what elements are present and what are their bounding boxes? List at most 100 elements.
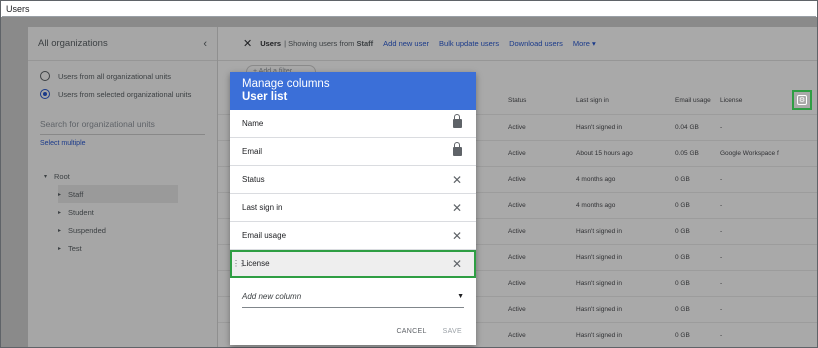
cell-email-usage: 0 GB <box>675 176 690 183</box>
radio-selected-orgs[interactable]: Users from selected organizational units <box>28 85 217 103</box>
column-row-license[interactable]: ⋮⋮ License ✕ <box>230 250 476 278</box>
tree-item-label: Suspended <box>68 225 106 235</box>
tree-item-label: Student <box>68 207 94 217</box>
select-multiple-link[interactable]: Select multiple <box>40 140 205 147</box>
column-row-email[interactable]: Email <box>230 138 476 166</box>
cell-email-usage: 0.05 GB <box>675 150 699 157</box>
add-new-column-select[interactable]: Add new column ▼ <box>242 286 464 308</box>
tree-item-root[interactable]: ▾ Root <box>28 167 217 185</box>
cell-status: Active <box>508 124 526 131</box>
cell-license: - <box>720 332 723 339</box>
subtitle-org: Staff <box>356 39 374 48</box>
caret-right-icon[interactable]: ▸ <box>58 209 68 216</box>
subtitle-prefix: | Showing users from <box>284 39 355 48</box>
caret-down-icon[interactable]: ▾ <box>44 173 54 180</box>
cell-license: - <box>720 202 723 209</box>
cell-license: - <box>720 228 723 235</box>
drag-handle-icon[interactable]: ⋮⋮ <box>232 259 246 268</box>
org-tree: ▾ Root ▸ Staff ▸ Student ▸ Suspended ▸ T… <box>28 167 217 257</box>
cell-status: Active <box>508 306 526 313</box>
dialog-actions: CANCEL SAVE <box>396 328 462 335</box>
cell-license: - <box>720 280 723 287</box>
caret-down-icon[interactable]: ▼ <box>457 293 464 300</box>
sidebar-title: All organizations <box>38 38 108 49</box>
manage-columns-dialog: Manage columns User list Name Email Status… <box>230 72 476 345</box>
column-label: Last sign in <box>242 203 283 212</box>
users-toolbar: ✕ Users | Showing users from Staff Add n… <box>218 27 817 61</box>
org-sidebar: All organizations ‹ Users from all organ… <box>28 27 218 347</box>
chevron-left-icon[interactable]: ‹ <box>203 38 207 50</box>
dialog-title: Manage columns <box>242 78 330 90</box>
col-status[interactable]: Status <box>476 97 576 104</box>
cancel-button[interactable]: CANCEL <box>396 328 426 335</box>
radio-all-orgs[interactable]: Users from all organizational units <box>28 67 217 85</box>
cell-last-sign-in: Hasn't signed in <box>576 254 623 261</box>
lock-icon <box>450 142 464 159</box>
tree-item-staff[interactable]: ▸ Staff <box>58 185 178 203</box>
cell-status: Active <box>508 280 526 287</box>
bulk-update-link[interactable]: Bulk update users <box>439 39 499 48</box>
caret-right-icon[interactable]: ▸ <box>58 227 68 234</box>
radio-all-label: Users from all organizational units <box>58 71 171 81</box>
cell-email-usage: 0 GB <box>675 332 690 339</box>
sidebar-header: All organizations ‹ <box>28 27 217 61</box>
add-new-user-link[interactable]: Add new user <box>383 39 429 48</box>
close-icon[interactable]: ✕ <box>450 173 464 187</box>
cell-email-usage: 0 GB <box>675 228 690 235</box>
window-title: Users <box>2 2 816 17</box>
column-row-name[interactable]: Name <box>230 110 476 138</box>
radio-on-icon[interactable] <box>40 89 50 99</box>
caret-right-icon[interactable]: ▸ <box>58 245 68 252</box>
cell-license: - <box>720 176 723 183</box>
col-email-usage[interactable]: Email usage <box>675 97 720 104</box>
cell-email-usage: 0 GB <box>675 254 690 261</box>
manage-columns-button[interactable]: ⚙ <box>792 90 812 110</box>
column-label: License <box>242 259 270 268</box>
close-icon[interactable]: ✕ <box>450 201 464 215</box>
tree-item-label: Root <box>54 171 70 181</box>
page-subtitle: | Showing users from Staff <box>284 39 373 48</box>
column-row-email-usage[interactable]: Email usage ✕ <box>230 222 476 250</box>
caret-right-icon[interactable]: ▸ <box>58 191 68 198</box>
column-row-status[interactable]: Status ✕ <box>230 166 476 194</box>
org-search-input[interactable]: Search for organizational units <box>40 117 205 135</box>
lock-icon <box>450 114 464 131</box>
cell-last-sign-in: 4 months ago <box>576 176 616 183</box>
cell-status: Active <box>508 228 526 235</box>
download-users-link[interactable]: Download users <box>509 39 563 48</box>
tree-item-test[interactable]: ▸ Test <box>28 239 217 257</box>
cell-email-usage: 0.04 GB <box>675 124 699 131</box>
cell-status: Active <box>508 176 526 183</box>
add-column-placeholder: Add new column <box>242 292 302 301</box>
close-icon[interactable]: ✕ <box>450 257 464 271</box>
tree-item-student[interactable]: ▸ Student <box>28 203 217 221</box>
close-icon[interactable]: ✕ <box>243 37 252 50</box>
cell-license: - <box>720 306 723 313</box>
column-label: Email <box>242 147 263 156</box>
tree-item-label: Staff <box>68 189 84 199</box>
col-last-sign-in[interactable]: Last sign in <box>576 97 675 104</box>
column-label: Name <box>242 119 264 128</box>
cell-last-sign-in: Hasn't signed in <box>576 280 623 287</box>
cell-license: Google Workspace f <box>720 150 779 157</box>
close-icon[interactable]: ✕ <box>450 229 464 243</box>
radio-selected-label: Users from selected organizational units <box>58 89 192 99</box>
more-menu[interactable]: More ▾ <box>573 39 596 48</box>
cell-email-usage: 0 GB <box>675 280 690 287</box>
dialog-subtitle: User list <box>242 91 288 103</box>
cell-last-sign-in: Hasn't signed in <box>576 124 623 131</box>
cell-status: Active <box>508 254 526 261</box>
column-label: Status <box>242 175 265 184</box>
column-label: Email usage <box>242 231 287 240</box>
save-button[interactable]: SAVE <box>443 328 462 335</box>
gear-icon[interactable]: ⚙ <box>797 95 807 105</box>
cell-last-sign-in: Hasn't signed in <box>576 228 623 235</box>
col-license[interactable]: License <box>720 97 786 104</box>
radio-off-icon[interactable] <box>40 71 50 81</box>
cell-status: Active <box>508 150 526 157</box>
cell-last-sign-in: Hasn't signed in <box>576 332 623 339</box>
column-row-last-sign-in[interactable]: Last sign in ✕ <box>230 194 476 222</box>
tree-item-suspended[interactable]: ▸ Suspended <box>28 221 217 239</box>
cell-status: Active <box>508 202 526 209</box>
tree-item-label: Test <box>68 243 82 253</box>
